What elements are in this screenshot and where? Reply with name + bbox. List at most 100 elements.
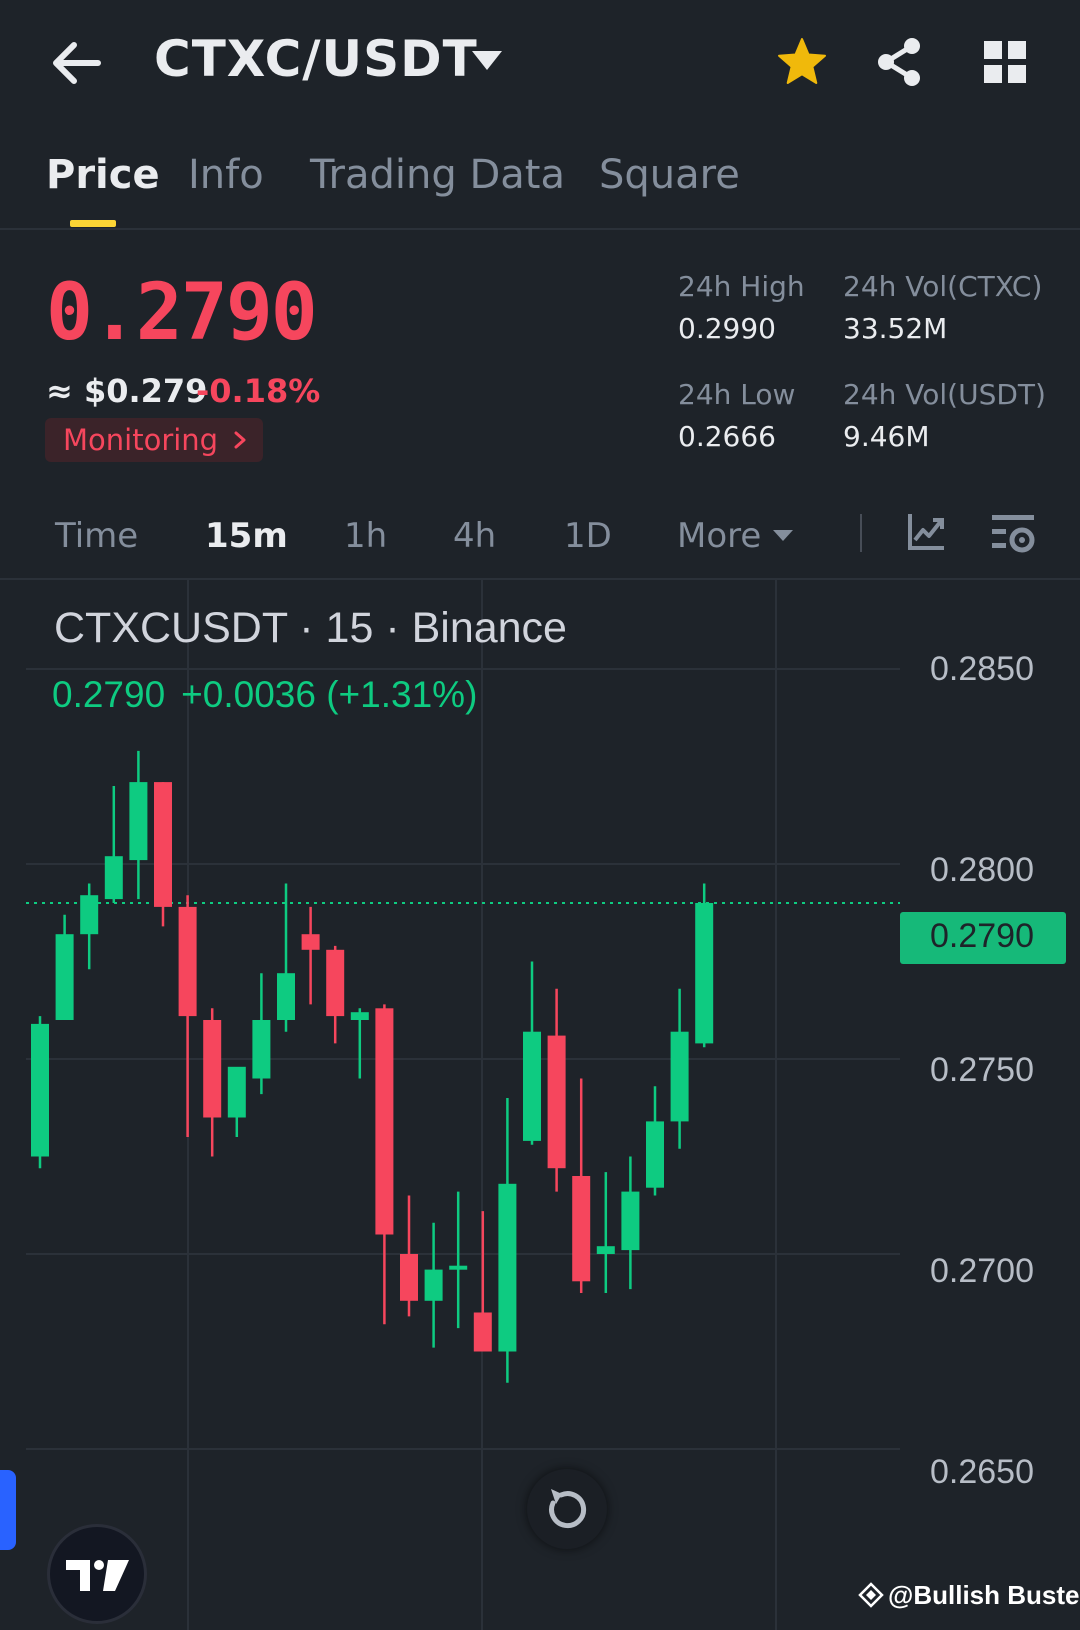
tab-trading-data[interactable]: Trading Data (310, 152, 565, 198)
chevron-right-icon (234, 431, 246, 449)
candle-body (473, 1312, 492, 1352)
current-price-tag-label: 0.2790 (930, 917, 1034, 955)
candle (400, 1195, 418, 1317)
chart-settings-icon[interactable] (990, 512, 1036, 556)
watermark-text: @Bullish Buster (888, 1580, 1080, 1610)
tab-info[interactable]: Info (188, 152, 264, 198)
chart-price-legend: 0.2790 +0.0036 (+1.31%) (52, 674, 493, 716)
candle-body (621, 1191, 640, 1251)
candle-body (375, 1008, 394, 1235)
interval-1d[interactable]: 1D (564, 516, 612, 556)
share-icon[interactable] (874, 36, 924, 88)
back-arrow-icon[interactable] (48, 38, 104, 88)
candle-body (178, 906, 197, 1017)
candle-body (572, 1176, 591, 1282)
candle-body (80, 895, 99, 935)
interval-1h[interactable]: 1h (344, 516, 387, 556)
candle (252, 973, 271, 1095)
candle-body (424, 1269, 443, 1301)
pair-title[interactable]: CTXC/USDT (154, 30, 478, 88)
caret-down-icon[interactable] (772, 528, 794, 542)
candle-body (400, 1254, 418, 1301)
side-panel-handle[interactable] (0, 1470, 16, 1550)
candle (154, 782, 172, 927)
candle-body (449, 1265, 468, 1270)
interval-time[interactable]: Time (55, 516, 138, 556)
active-tab-indicator (70, 220, 116, 227)
chart-legend-change: +0.0036 (+1.31%) (181, 674, 478, 715)
candle (695, 883, 714, 1048)
candle-body (498, 1183, 517, 1352)
interval-more[interactable]: More (677, 516, 761, 556)
candle-body (646, 1121, 664, 1188)
y-axis-tick-label: 0.2800 (930, 851, 1034, 889)
candle (596, 1172, 615, 1293)
reset-chart-button[interactable] (527, 1469, 607, 1549)
monitoring-label: Monitoring (63, 423, 219, 457)
caret-down-icon[interactable] (470, 48, 504, 74)
candle-body (129, 782, 148, 861)
y-axis-tick-label: 0.2750 (930, 1051, 1034, 1089)
vol-base-24h-label: 24h Vol(CTXC) (843, 270, 1043, 303)
candle (31, 1016, 49, 1169)
candle-body (301, 934, 320, 950)
watermark: @Bullish Buster (858, 1580, 1080, 1611)
interval-bar: Time 15m 1h 4h 1D More (0, 500, 1080, 580)
y-axis-tick-label: 0.2850 (930, 650, 1034, 688)
candles (31, 750, 714, 1383)
binance-square-icon (858, 1582, 884, 1608)
reset-icon (549, 1489, 587, 1529)
candle-body (277, 973, 295, 1020)
candle (178, 895, 197, 1137)
star-icon[interactable] (776, 36, 828, 88)
candle-body (203, 1020, 222, 1118)
low-24h-value: 0.2666 (678, 420, 776, 453)
chart-symbol-legend: CTXCUSDT · 15 · Binance (54, 604, 567, 652)
chart-grid (26, 580, 900, 1630)
interval-15m[interactable]: 15m (205, 516, 288, 556)
monitoring-button[interactable]: Monitoring (45, 418, 263, 462)
y-axis-tick-label: 0.2700 (930, 1252, 1034, 1290)
vol-quote-24h-value: 9.46M (843, 420, 930, 453)
price-chart[interactable]: CTXCUSDT · 15 · Binance 0.2790 +0.0036 (+… (0, 580, 1080, 1630)
interval-4h[interactable]: 4h (453, 516, 496, 556)
candle (375, 1004, 394, 1325)
candle-body (523, 1031, 541, 1141)
candle (203, 1008, 222, 1157)
candle (646, 1086, 664, 1196)
candle (547, 988, 566, 1192)
approx-usd-price: ≈ $0.279 (46, 372, 208, 410)
candle (55, 914, 74, 1020)
candle (621, 1156, 640, 1290)
candle-body (154, 782, 172, 907)
candle (498, 1098, 517, 1383)
current-price-tag: 0.2790 (900, 912, 1066, 964)
candle (80, 883, 99, 970)
candle-body (596, 1246, 615, 1254)
candle-body (695, 903, 714, 1044)
candle-body (252, 1020, 271, 1079)
vol-quote-24h-label: 24h Vol(USDT) (843, 378, 1046, 411)
price-change-percent: -0.18% (196, 372, 321, 410)
divider (860, 514, 862, 552)
y-axis-tick-label: 0.2650 (930, 1453, 1034, 1491)
tab-square[interactable]: Square (599, 152, 740, 198)
header-bar: CTXC/USDT (0, 0, 1080, 125)
candle (104, 786, 123, 903)
candle (523, 961, 541, 1145)
last-price: 0.2790 (46, 268, 318, 358)
candle (424, 1222, 443, 1348)
chart-legend-price: 0.2790 (52, 674, 166, 715)
grid-icon[interactable] (983, 40, 1027, 84)
candle-body (547, 1035, 566, 1169)
candle (473, 1211, 492, 1352)
candle-body (227, 1066, 246, 1118)
tab-price[interactable]: Price (46, 152, 160, 198)
indicator-chart-icon[interactable] (906, 512, 946, 552)
candle (301, 906, 320, 1005)
low-24h-label: 24h Low (678, 378, 796, 411)
tradingview-logo[interactable] (47, 1524, 147, 1624)
candle (670, 988, 689, 1149)
tab-bar: Price Info Trading Data Square (0, 140, 1080, 230)
candle (449, 1191, 468, 1329)
